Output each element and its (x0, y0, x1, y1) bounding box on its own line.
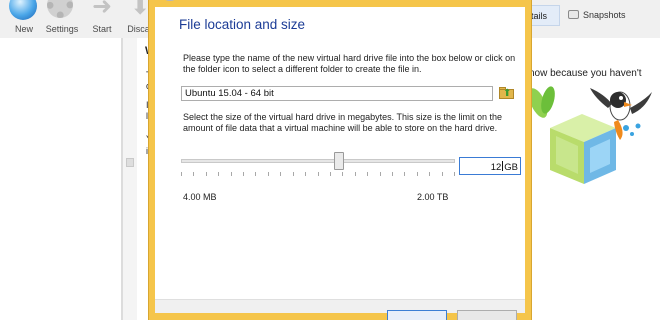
slider-tick (392, 172, 393, 176)
slider-max-label: 2.00 TB (417, 192, 449, 202)
create-button[interactable] (387, 310, 447, 320)
slider-tick (218, 172, 219, 176)
slider-thumb[interactable] (334, 152, 344, 170)
virtualbox-mascot-icon (520, 78, 660, 198)
slider-tick (231, 172, 232, 176)
slider-tick (330, 172, 331, 176)
new-button[interactable]: New (6, 0, 42, 38)
dialog-window-icon (163, 0, 177, 1)
dialog-button-bar (155, 299, 525, 320)
new-label: New (14, 24, 33, 34)
start-button[interactable]: ➜ Start (84, 0, 120, 38)
slider-tick (293, 172, 294, 176)
slider-tick (429, 172, 430, 176)
settings-label: Settings (45, 24, 79, 34)
location-description: Please type the name of the new virtual … (183, 53, 516, 74)
start-label: Start (92, 24, 112, 34)
file-location-input[interactable]: Ubuntu 15.04 - 64 bit (181, 86, 493, 101)
slider-tick (255, 172, 256, 176)
slider-tick (355, 172, 356, 176)
cancel-button[interactable] (457, 310, 517, 320)
start-arrow-icon: ➜ (91, 0, 113, 20)
slider-tick (206, 172, 207, 176)
tab-snapshots[interactable]: Snapshots (568, 5, 626, 26)
view-tabs: etails Snapshots (520, 0, 660, 30)
slider-track[interactable] (181, 159, 455, 163)
slider-tick (193, 172, 194, 176)
scrollbar-thumb[interactable] (126, 158, 134, 167)
slider-tick (280, 172, 281, 176)
disk-size-slider[interactable] (181, 152, 455, 178)
slider-tick (380, 172, 381, 176)
slider-tick (181, 172, 182, 176)
slider-tick (305, 172, 306, 176)
create-virtual-hard-disk-dialog: File location and size Please type the n… (148, 0, 532, 320)
vm-list[interactable] (0, 38, 122, 320)
vm-list-scrollbar[interactable] (122, 38, 137, 320)
slider-tick (342, 172, 343, 176)
slider-tick (417, 172, 418, 176)
slider-tick (404, 172, 405, 176)
tab-snapshots-label: Snapshots (583, 10, 626, 20)
disk-size-unit: GB (504, 162, 518, 173)
slider-tick (268, 172, 269, 176)
slider-tick (243, 172, 244, 176)
page-title: File location and size (179, 17, 306, 32)
new-icon (9, 0, 39, 20)
slider-min-label: 4.00 MB (183, 192, 217, 202)
dialog-content: File location and size Please type the n… (155, 7, 525, 320)
size-description: Select the size of the virtual hard driv… (183, 112, 502, 133)
slider-tick (367, 172, 368, 176)
gear-icon (47, 0, 77, 20)
select-folder-button[interactable]: ⬆ (499, 85, 515, 101)
disk-size-input[interactable]: 12 GB (459, 157, 521, 175)
slider-ticks (181, 172, 455, 177)
camera-icon (568, 10, 579, 19)
slider-tick (454, 172, 455, 176)
slider-tick (318, 172, 319, 176)
slider-tick (442, 172, 443, 176)
disk-size-value: 12 (490, 162, 502, 173)
settings-button[interactable]: Settings (44, 0, 80, 38)
